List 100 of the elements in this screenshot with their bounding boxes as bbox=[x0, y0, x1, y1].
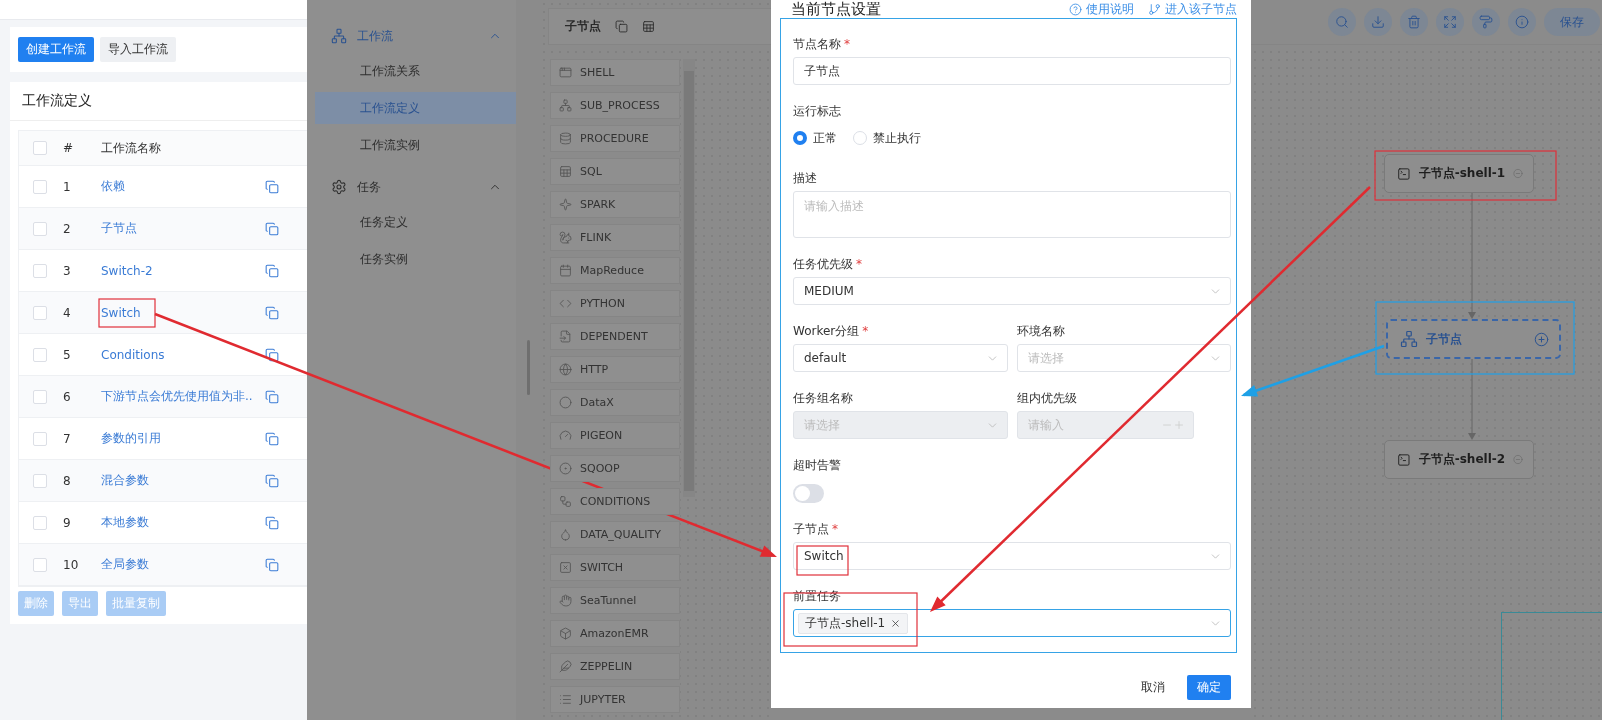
checkbox[interactable] bbox=[33, 305, 47, 320]
task-type-item[interactable]: SWITCH bbox=[550, 554, 680, 581]
select-field[interactable]: Switch bbox=[793, 542, 1231, 570]
minimap[interactable] bbox=[1501, 612, 1602, 720]
paint-roller-icon bbox=[1479, 15, 1493, 29]
field-label: Worker分组 bbox=[793, 323, 860, 340]
workflow-link[interactable]: 下游节点会优先使用值为非.. bbox=[101, 388, 251, 405]
task-type-item[interactable]: SQOOP bbox=[550, 455, 680, 482]
trash-icon bbox=[1407, 15, 1421, 29]
task-type-item[interactable]: DEPENDENT bbox=[550, 323, 680, 350]
copy-icon[interactable] bbox=[265, 179, 279, 194]
task-type-item[interactable]: SUB_PROCESS bbox=[550, 92, 680, 119]
radio-option[interactable]: 禁止执行 bbox=[853, 129, 921, 147]
menu-item[interactable]: 任务实例 bbox=[315, 243, 516, 275]
task-type-item[interactable]: ZEPPELIN bbox=[550, 653, 680, 680]
select-field[interactable]: MEDIUM bbox=[793, 277, 1231, 305]
header-link[interactable]: 进入该子节点 bbox=[1148, 0, 1237, 18]
checkbox[interactable] bbox=[33, 263, 47, 278]
dot-icon bbox=[559, 462, 572, 475]
selected-tag: 子节点-shell-1 bbox=[798, 612, 909, 634]
toolbar-button[interactable]: 创建工作流 bbox=[18, 37, 94, 62]
copy-icon[interactable] bbox=[265, 263, 279, 278]
task-type-item[interactable]: AmazonEMR bbox=[550, 620, 680, 647]
workflow-link[interactable]: 本地参数 bbox=[101, 514, 251, 531]
checkbox[interactable] bbox=[33, 431, 47, 446]
task-node[interactable]: 子节点-shell-2 bbox=[1384, 440, 1534, 479]
column-header: # bbox=[63, 141, 75, 155]
menu-item[interactable]: 任务定义 bbox=[315, 206, 516, 238]
search-button[interactable] bbox=[1328, 8, 1356, 36]
select-field[interactable]: default bbox=[793, 344, 1008, 372]
trash-button[interactable] bbox=[1400, 8, 1428, 36]
copy-icon[interactable] bbox=[265, 431, 279, 446]
workflow-link[interactable]: 混合参数 bbox=[101, 472, 251, 489]
paint-roller-button[interactable] bbox=[1472, 8, 1500, 36]
workflow-link[interactable]: Switch bbox=[101, 305, 251, 320]
drawer-title: 当前节点设置 bbox=[791, 0, 882, 19]
copy-icon[interactable] bbox=[265, 557, 279, 572]
toggle-switch[interactable] bbox=[793, 484, 824, 503]
confirm-button[interactable]: 确定 bbox=[1187, 675, 1231, 700]
menu-group[interactable]: 工作流 bbox=[307, 22, 516, 50]
copy-icon[interactable] bbox=[265, 221, 279, 236]
checkbox[interactable] bbox=[33, 557, 47, 572]
task-type-item[interactable]: FLINK bbox=[550, 224, 680, 251]
copy-icon[interactable] bbox=[265, 347, 279, 362]
task-type-item[interactable]: PYTHON bbox=[550, 290, 680, 317]
task-type-item[interactable]: DATA_QUALITY bbox=[550, 521, 680, 548]
task-node[interactable]: 子节点 bbox=[1386, 319, 1561, 359]
task-type-item[interactable]: SeaTunnel bbox=[550, 587, 680, 614]
task-type-item[interactable]: CONDITIONS bbox=[550, 488, 680, 515]
text-field[interactable]: 子节点 bbox=[793, 57, 1231, 85]
required-mark: * bbox=[832, 521, 838, 538]
task-type-item[interactable]: DataX bbox=[550, 389, 680, 416]
workflow-link[interactable]: 依赖 bbox=[101, 178, 251, 195]
cancel-button[interactable]: 取消 bbox=[1135, 678, 1171, 697]
tag-select-field[interactable]: 子节点-shell-1 bbox=[793, 609, 1231, 637]
task-type-item[interactable]: JUPYTER bbox=[550, 686, 680, 713]
checkbox[interactable] bbox=[33, 515, 47, 530]
copy-icon[interactable] bbox=[265, 305, 279, 320]
checkbox[interactable] bbox=[33, 389, 47, 404]
hierarchy-icon bbox=[331, 28, 347, 44]
task-type-item[interactable]: SQL bbox=[550, 158, 680, 185]
checkbox[interactable] bbox=[33, 221, 47, 236]
task-type-item[interactable]: MapReduce bbox=[550, 257, 680, 284]
checkbox[interactable] bbox=[33, 179, 47, 194]
checkbox[interactable] bbox=[33, 347, 47, 362]
copy-icon[interactable] bbox=[265, 473, 279, 488]
settings-icon bbox=[331, 179, 347, 195]
save-button[interactable]: 保存 bbox=[1544, 8, 1600, 36]
required-mark: * bbox=[844, 36, 850, 53]
header-link[interactable]: 使用说明 bbox=[1069, 0, 1134, 18]
task-type-item[interactable]: SPARK bbox=[550, 191, 680, 218]
menu-item[interactable]: 工作流实例 bbox=[315, 129, 516, 161]
workflow-link[interactable]: 全局参数 bbox=[101, 556, 251, 573]
task-type-item[interactable]: SHELL bbox=[550, 59, 680, 86]
radio-option[interactable]: 正常 bbox=[793, 129, 837, 147]
workflow-link[interactable]: Switch-2 bbox=[101, 263, 251, 278]
menu-group[interactable]: 任务 bbox=[307, 173, 516, 201]
toolbar-button[interactable]: 导入工作流 bbox=[100, 37, 176, 62]
workflow-link[interactable]: 参数的引用 bbox=[101, 430, 251, 447]
menu-item[interactable]: 工作流定义 bbox=[315, 92, 516, 124]
field-label: 节点名称 bbox=[793, 36, 841, 53]
workflow-link[interactable]: Conditions bbox=[101, 347, 251, 362]
checkbox[interactable] bbox=[33, 473, 47, 488]
minus-circle-icon bbox=[1513, 167, 1523, 180]
task-type-item[interactable]: PROCEDURE bbox=[550, 125, 680, 152]
workflow-link[interactable]: 子节点 bbox=[101, 220, 251, 237]
checkbox[interactable] bbox=[33, 141, 47, 155]
download-button[interactable] bbox=[1364, 8, 1392, 36]
table-cell-text: 1 bbox=[63, 179, 72, 194]
expand-button[interactable] bbox=[1436, 8, 1464, 36]
task-type-item[interactable]: HTTP bbox=[550, 356, 680, 383]
menu-item[interactable]: 工作流关系 bbox=[315, 55, 516, 87]
download-icon bbox=[1371, 15, 1385, 29]
task-type-item[interactable]: PIGEON bbox=[550, 422, 680, 449]
field-label: 任务优先级 bbox=[793, 256, 853, 273]
task-node[interactable]: 子节点-shell-1 bbox=[1384, 154, 1534, 193]
copy-icon[interactable] bbox=[265, 515, 279, 530]
highlight-frame bbox=[796, 545, 849, 576]
info-button[interactable] bbox=[1508, 8, 1536, 36]
copy-icon[interactable] bbox=[265, 389, 279, 404]
